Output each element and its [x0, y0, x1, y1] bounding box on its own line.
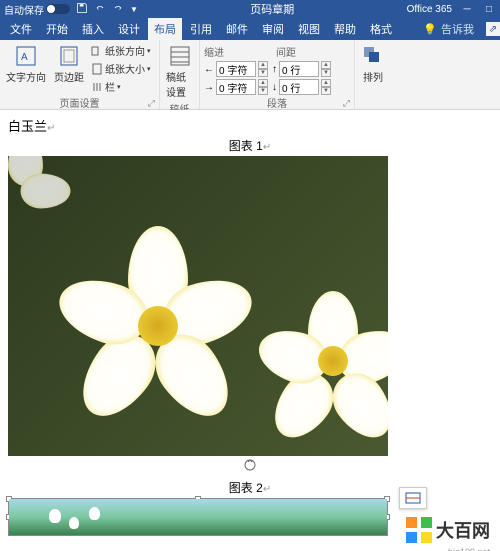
margins-button[interactable]: 页边距 [52, 42, 86, 86]
paragraph-launcher[interactable]: ⤢ [343, 98, 350, 109]
image-flowers[interactable] [8, 156, 388, 456]
tab-references[interactable]: 引用 [184, 18, 218, 40]
layout-options-icon [404, 491, 422, 505]
tab-view[interactable]: 视图 [292, 18, 326, 40]
undo-icon[interactable] [94, 2, 106, 17]
columns-button[interactable]: 栏▾ [90, 78, 152, 95]
indent-left-spinner[interactable]: ← ▲▼ [204, 61, 268, 77]
title-bar: 自动保存 ▼ 页码章期 Office 365 ─ □ [0, 0, 500, 18]
indent-right-icon: → [204, 82, 214, 93]
tab-review[interactable]: 审阅 [256, 18, 290, 40]
spacing-before-icon: ↑ [272, 64, 277, 75]
manuscript-settings-button[interactable]: 稿纸设置 [164, 42, 195, 101]
text-direction-button[interactable]: A 文字方向 [4, 42, 48, 86]
share-icon[interactable]: ⇗ [486, 22, 500, 36]
tell-me-search[interactable]: 💡 告诉我 [423, 21, 480, 37]
document-area[interactable]: 白玉兰↵ 图表 1↵ 图表 2↵ [0, 110, 500, 551]
tab-layout[interactable]: 布局 [148, 18, 182, 40]
tab-format[interactable]: 格式 [364, 18, 398, 40]
body-text[interactable]: 白玉兰↵ [8, 116, 492, 135]
tab-help[interactable]: 帮助 [328, 18, 362, 40]
indent-right-input[interactable] [216, 79, 256, 95]
watermark-url: big100.net [448, 547, 490, 551]
save-icon[interactable] [76, 2, 88, 17]
tab-mailings[interactable]: 邮件 [220, 18, 254, 40]
autosave-toggle[interactable]: 自动保存 [4, 2, 70, 17]
page-setup-group: A 文字方向 页边距 纸张方向▾ 纸张大小▾ 栏▾ 页面设置⤢ [0, 40, 160, 109]
arrange-group: 排列 [355, 40, 395, 109]
orientation-button[interactable]: 纸张方向▾ [90, 42, 152, 59]
down-arrow-icon[interactable]: ▼ [258, 69, 268, 77]
svg-text:A: A [21, 52, 28, 63]
minimize-button[interactable]: ─ [460, 4, 474, 15]
tab-insert[interactable]: 插入 [76, 18, 110, 40]
size-button[interactable]: 纸张大小▾ [90, 60, 152, 77]
indent-left-icon: ← [204, 64, 214, 75]
tab-home[interactable]: 开始 [40, 18, 74, 40]
autosave-toggle-switch[interactable] [46, 4, 70, 14]
watermark: 大百网 [406, 517, 490, 543]
tab-design[interactable]: 设计 [112, 18, 146, 40]
restore-button[interactable]: □ [482, 4, 496, 15]
spacing-before-input[interactable] [279, 61, 319, 77]
document-title: 页码章期 [138, 1, 407, 17]
redo-icon[interactable] [112, 2, 124, 17]
qat-dropdown-icon[interactable]: ▼ [130, 5, 138, 14]
image-lily-of-valley[interactable] [9, 499, 387, 535]
figure-caption-1[interactable]: 图表 1↵ [8, 137, 492, 154]
rotation-handle[interactable] [8, 458, 492, 477]
tab-file[interactable]: 文件 [4, 18, 38, 40]
up-arrow-icon[interactable]: ▲ [258, 61, 268, 69]
spacing-before-spinner[interactable]: ↑ ▲▼ [272, 61, 331, 77]
selected-image-2[interactable] [8, 498, 388, 536]
ribbon-tabs: 文件 开始 插入 设计 布局 引用 邮件 审阅 视图 帮助 格式 💡 告诉我 ⇗ [0, 18, 500, 40]
ribbon: A 文字方向 页边距 纸张方向▾ 纸张大小▾ 栏▾ 页面设置⤢ 稿纸设置 稿纸 [0, 40, 500, 110]
lightbulb-icon: 💡 [423, 23, 437, 36]
manuscript-group: 稿纸设置 稿纸 [160, 40, 200, 109]
layout-options-button[interactable] [399, 487, 427, 509]
office-label: Office 365 [407, 4, 452, 15]
indent-right-spinner[interactable]: → ▲▼ [204, 79, 268, 95]
spacing-after-spinner[interactable]: ↓ ▲▼ [272, 79, 331, 95]
indent-left-input[interactable] [216, 61, 256, 77]
arrange-button[interactable]: 排列 [359, 42, 387, 86]
spacing-after-icon: ↓ [272, 82, 277, 93]
watermark-logo-icon [406, 517, 432, 543]
page-setup-launcher[interactable]: ⤢ [148, 98, 155, 109]
paragraph-group: 缩进间距 ← ▲▼ ↑ ▲▼ → ▲▼ [200, 40, 355, 109]
spacing-after-input[interactable] [279, 79, 319, 95]
